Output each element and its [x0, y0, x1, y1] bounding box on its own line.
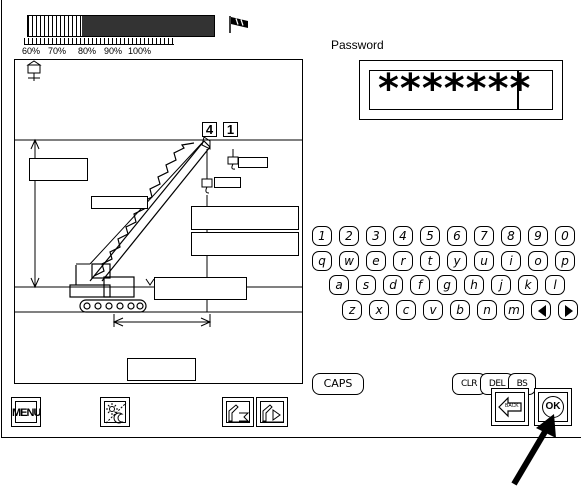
- key-h[interactable]: h: [464, 275, 484, 295]
- key-w[interactable]: w: [339, 251, 359, 271]
- key-x[interactable]: x: [369, 300, 389, 320]
- key-j[interactable]: j: [491, 275, 511, 295]
- password-label: Password: [331, 38, 384, 52]
- key-z[interactable]: z: [342, 300, 362, 320]
- scale-label-100: 100%: [128, 46, 152, 56]
- key-4[interactable]: 4: [393, 226, 413, 246]
- key-o[interactable]: o: [528, 251, 548, 271]
- load-meter-scale: [24, 38, 174, 45]
- key-t[interactable]: t: [420, 251, 440, 271]
- menu-button-label: MENU: [12, 407, 41, 419]
- load-meter-fill: [81, 16, 214, 36]
- password-input[interactable]: *******: [359, 60, 563, 120]
- key-9[interactable]: 9: [528, 226, 548, 246]
- key-y[interactable]: y: [447, 251, 467, 271]
- scale-label-90: 90%: [104, 46, 123, 56]
- key-i[interactable]: i: [501, 251, 521, 271]
- key-6[interactable]: 6: [447, 226, 467, 246]
- crane-sum-icon: [228, 404, 250, 423]
- crane-arrow-icon: [262, 404, 284, 423]
- main-hook-field: [238, 157, 268, 168]
- load-meter-ticks: [28, 16, 82, 36]
- boom-length-field: [91, 196, 148, 209]
- key-2[interactable]: 2: [339, 226, 359, 246]
- key-c[interactable]: c: [396, 300, 416, 320]
- key-7[interactable]: 7: [474, 226, 494, 246]
- load-meter-bar: [27, 15, 215, 37]
- key-8[interactable]: 8: [501, 226, 521, 246]
- caps-key[interactable]: CAPS: [312, 373, 364, 395]
- load-sum-button[interactable]: [222, 397, 254, 427]
- key-1[interactable]: 1: [312, 226, 332, 246]
- key-p[interactable]: p: [555, 251, 575, 271]
- boom-height-field: [29, 158, 88, 181]
- back-button-label: BACK: [505, 403, 519, 409]
- key-d[interactable]: d: [383, 275, 403, 295]
- working-radius-field: [127, 358, 196, 381]
- key-k[interactable]: k: [518, 275, 538, 295]
- key-e[interactable]: e: [366, 251, 386, 271]
- key-b[interactable]: b: [450, 300, 470, 320]
- text-cursor: [517, 70, 519, 110]
- day-night-button[interactable]: [100, 397, 130, 427]
- wind-icon: [229, 16, 248, 33]
- cursor-left-arrow-icon: [538, 305, 546, 317]
- key-5[interactable]: 5: [420, 226, 440, 246]
- parts-of-line-box: 1: [223, 122, 238, 137]
- scale-label-80: 80%: [78, 46, 97, 56]
- cursor-right-arrow-icon: [565, 305, 573, 317]
- key-l[interactable]: l: [545, 275, 565, 295]
- boom-number-box: 4: [202, 122, 217, 137]
- key-n[interactable]: n: [477, 300, 497, 320]
- rated-load-field: [191, 206, 299, 230]
- key-s[interactable]: s: [356, 275, 376, 295]
- menu-button[interactable]: MENU: [11, 397, 41, 427]
- actual-load-field: [191, 232, 299, 256]
- key-a[interactable]: a: [329, 275, 349, 295]
- hook-height-icon: [26, 60, 42, 81]
- key-g[interactable]: g: [437, 275, 457, 295]
- key-f[interactable]: f: [410, 275, 430, 295]
- key-3[interactable]: 3: [366, 226, 386, 246]
- key-u[interactable]: u: [474, 251, 494, 271]
- cursor-left-key[interactable]: [531, 300, 551, 320]
- key-q[interactable]: q: [312, 251, 332, 271]
- scale-label-60: 60%: [22, 46, 41, 56]
- aux-hook-field: [214, 177, 241, 188]
- key-0[interactable]: 0: [555, 226, 575, 246]
- key-m[interactable]: m: [504, 300, 524, 320]
- load-next-button[interactable]: [256, 397, 288, 427]
- pointer-arrow-icon: [511, 414, 556, 486]
- password-field-value: *******: [369, 70, 553, 110]
- cursor-right-key[interactable]: [558, 300, 578, 320]
- key-v[interactable]: v: [423, 300, 443, 320]
- sun-moon-icon: [105, 402, 127, 424]
- scale-label-70: 70%: [48, 46, 67, 56]
- boom-angle-field: [154, 277, 247, 300]
- key-r[interactable]: r: [393, 251, 413, 271]
